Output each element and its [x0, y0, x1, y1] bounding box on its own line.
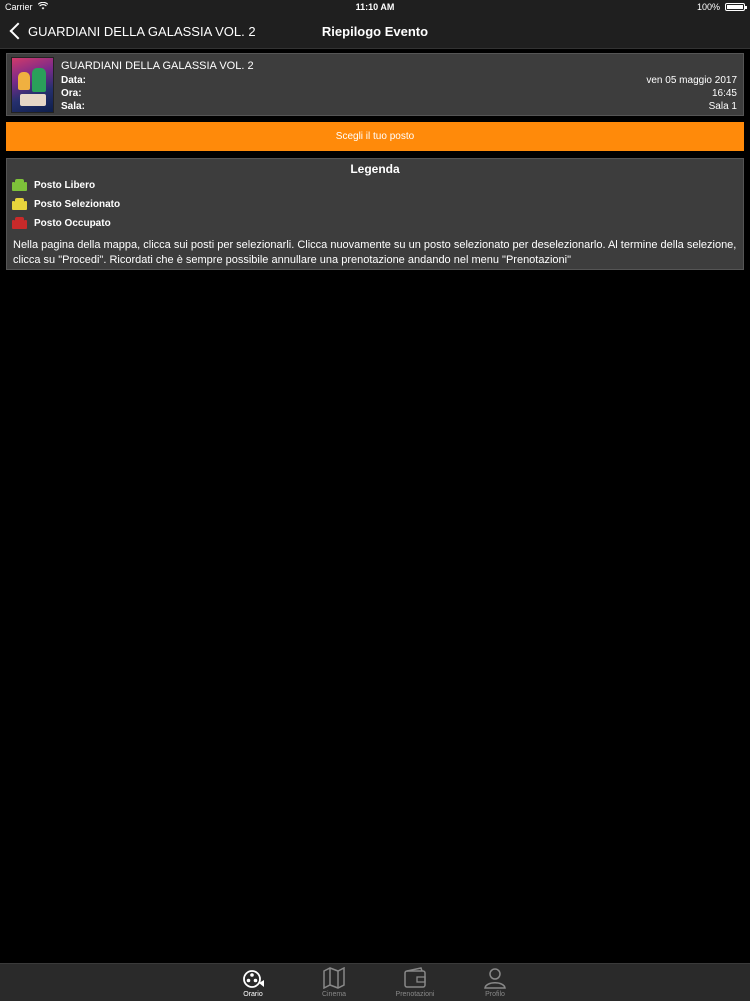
navigation-bar: GUARDIANI DELLA GALASSIA VOL. 2 Riepilog…: [0, 14, 750, 49]
time-label: Ora:: [61, 88, 82, 99]
seat-selected-icon: [12, 198, 27, 211]
legend-panel: Legenda Nella pagina della mappa, clicca…: [6, 158, 744, 270]
legend-item-label: Posto Occupato: [34, 218, 111, 229]
map-icon: [322, 966, 346, 990]
tab-prenotazioni[interactable]: Prenotazioni: [385, 964, 445, 1001]
legend-title: Legenda: [350, 162, 400, 176]
tab-label: Cinema: [321, 991, 347, 998]
legend-item-free: Posto Libero: [12, 178, 95, 193]
seat-occupied-icon: [12, 217, 27, 230]
legend-item-selected: Posto Selezionato: [12, 197, 120, 212]
legend-item-occupied: Posto Occupato: [12, 216, 111, 231]
date-value: ven 05 maggio 2017: [646, 75, 737, 86]
hall-label: Sala:: [61, 101, 85, 112]
choose-seat-button[interactable]: Scegli il tuo posto: [6, 122, 744, 151]
legend-description: Nella pagina della mappa, clicca sui pos…: [13, 239, 737, 266]
tab-label: Orario: [243, 991, 263, 998]
person-icon: [483, 967, 507, 989]
tab-orario[interactable]: Orario: [223, 964, 283, 1001]
legend-item-label: Posto Selezionato: [34, 199, 121, 210]
battery-icon: [725, 3, 747, 11]
seat-free-icon: [12, 179, 27, 192]
movie-poster: [11, 57, 54, 113]
wallet-icon: [403, 967, 427, 989]
status-bar: Carrier 11:10 AM 100%: [0, 0, 750, 14]
time-value: 16:45: [711, 88, 737, 99]
tab-cinema[interactable]: Cinema: [304, 964, 364, 1001]
tab-label: Profilo: [485, 991, 505, 998]
battery-percentage: 100%: [696, 2, 720, 12]
date-label: Data:: [61, 75, 87, 86]
status-time: 11:10 AM: [355, 2, 395, 12]
tab-bar: Orario Cinema Prenotazioni Profilo: [0, 963, 750, 1001]
event-title: GUARDIANI DELLA GALASSIA VOL. 2: [61, 60, 254, 72]
film-reel-icon: [241, 967, 265, 989]
legend-item-label: Posto Libero: [34, 180, 96, 191]
tab-profilo[interactable]: Profilo: [465, 964, 525, 1001]
page-title: Riepilogo Evento: [321, 24, 429, 39]
event-summary-card: GUARDIANI DELLA GALASSIA VOL. 2 Data: ve…: [6, 53, 744, 116]
hall-value: Sala 1: [708, 101, 737, 112]
tab-label: Prenotazioni: [395, 991, 435, 998]
